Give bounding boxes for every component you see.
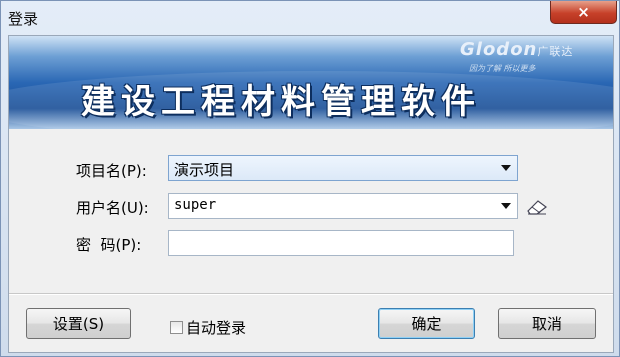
username-label: 用户名(U): [76, 199, 149, 217]
chevron-down-icon[interactable] [501, 165, 511, 171]
close-button[interactable]: × [550, 1, 617, 24]
ok-button[interactable]: 确定 [378, 308, 475, 339]
project-select[interactable]: 演示项目 [168, 155, 518, 181]
auto-login-option[interactable]: 自动登录 [170, 317, 246, 338]
project-label: 项目名(P): [76, 162, 147, 180]
auto-login-label[interactable]: 自动登录 [186, 317, 246, 338]
login-window: 登录 × Glodon广联达 因为了解 所以更多 建设工程材料管理软件 项目名(… [0, 0, 620, 357]
password-field[interactable] [168, 230, 514, 256]
window-title: 登录 [8, 10, 39, 28]
chevron-down-icon[interactable] [501, 203, 511, 209]
glodon-logo: Glodon广联达 [460, 39, 574, 60]
title-bar: 登录 × [1, 1, 619, 35]
close-icon: × [577, 2, 590, 21]
product-banner: Glodon广联达 因为了解 所以更多 建设工程材料管理软件 [9, 36, 613, 129]
username-combobox[interactable]: super [168, 193, 518, 219]
eraser-icon[interactable] [526, 199, 548, 215]
settings-button[interactable]: 设置(S) [26, 308, 131, 339]
cancel-button[interactable]: 取消 [498, 308, 596, 339]
dialog-body: Glodon广联达 因为了解 所以更多 建设工程材料管理软件 项目名(P): 演… [8, 35, 614, 353]
username-value: super [174, 197, 217, 213]
project-value: 演示项目 [174, 161, 235, 179]
password-label: 密 码(P): [76, 236, 142, 254]
divider [9, 293, 613, 295]
brand-slogan: 因为了解 所以更多 [469, 64, 536, 73]
auto-login-checkbox[interactable] [170, 321, 183, 334]
product-title: 建设工程材料管理软件 [81, 82, 481, 122]
